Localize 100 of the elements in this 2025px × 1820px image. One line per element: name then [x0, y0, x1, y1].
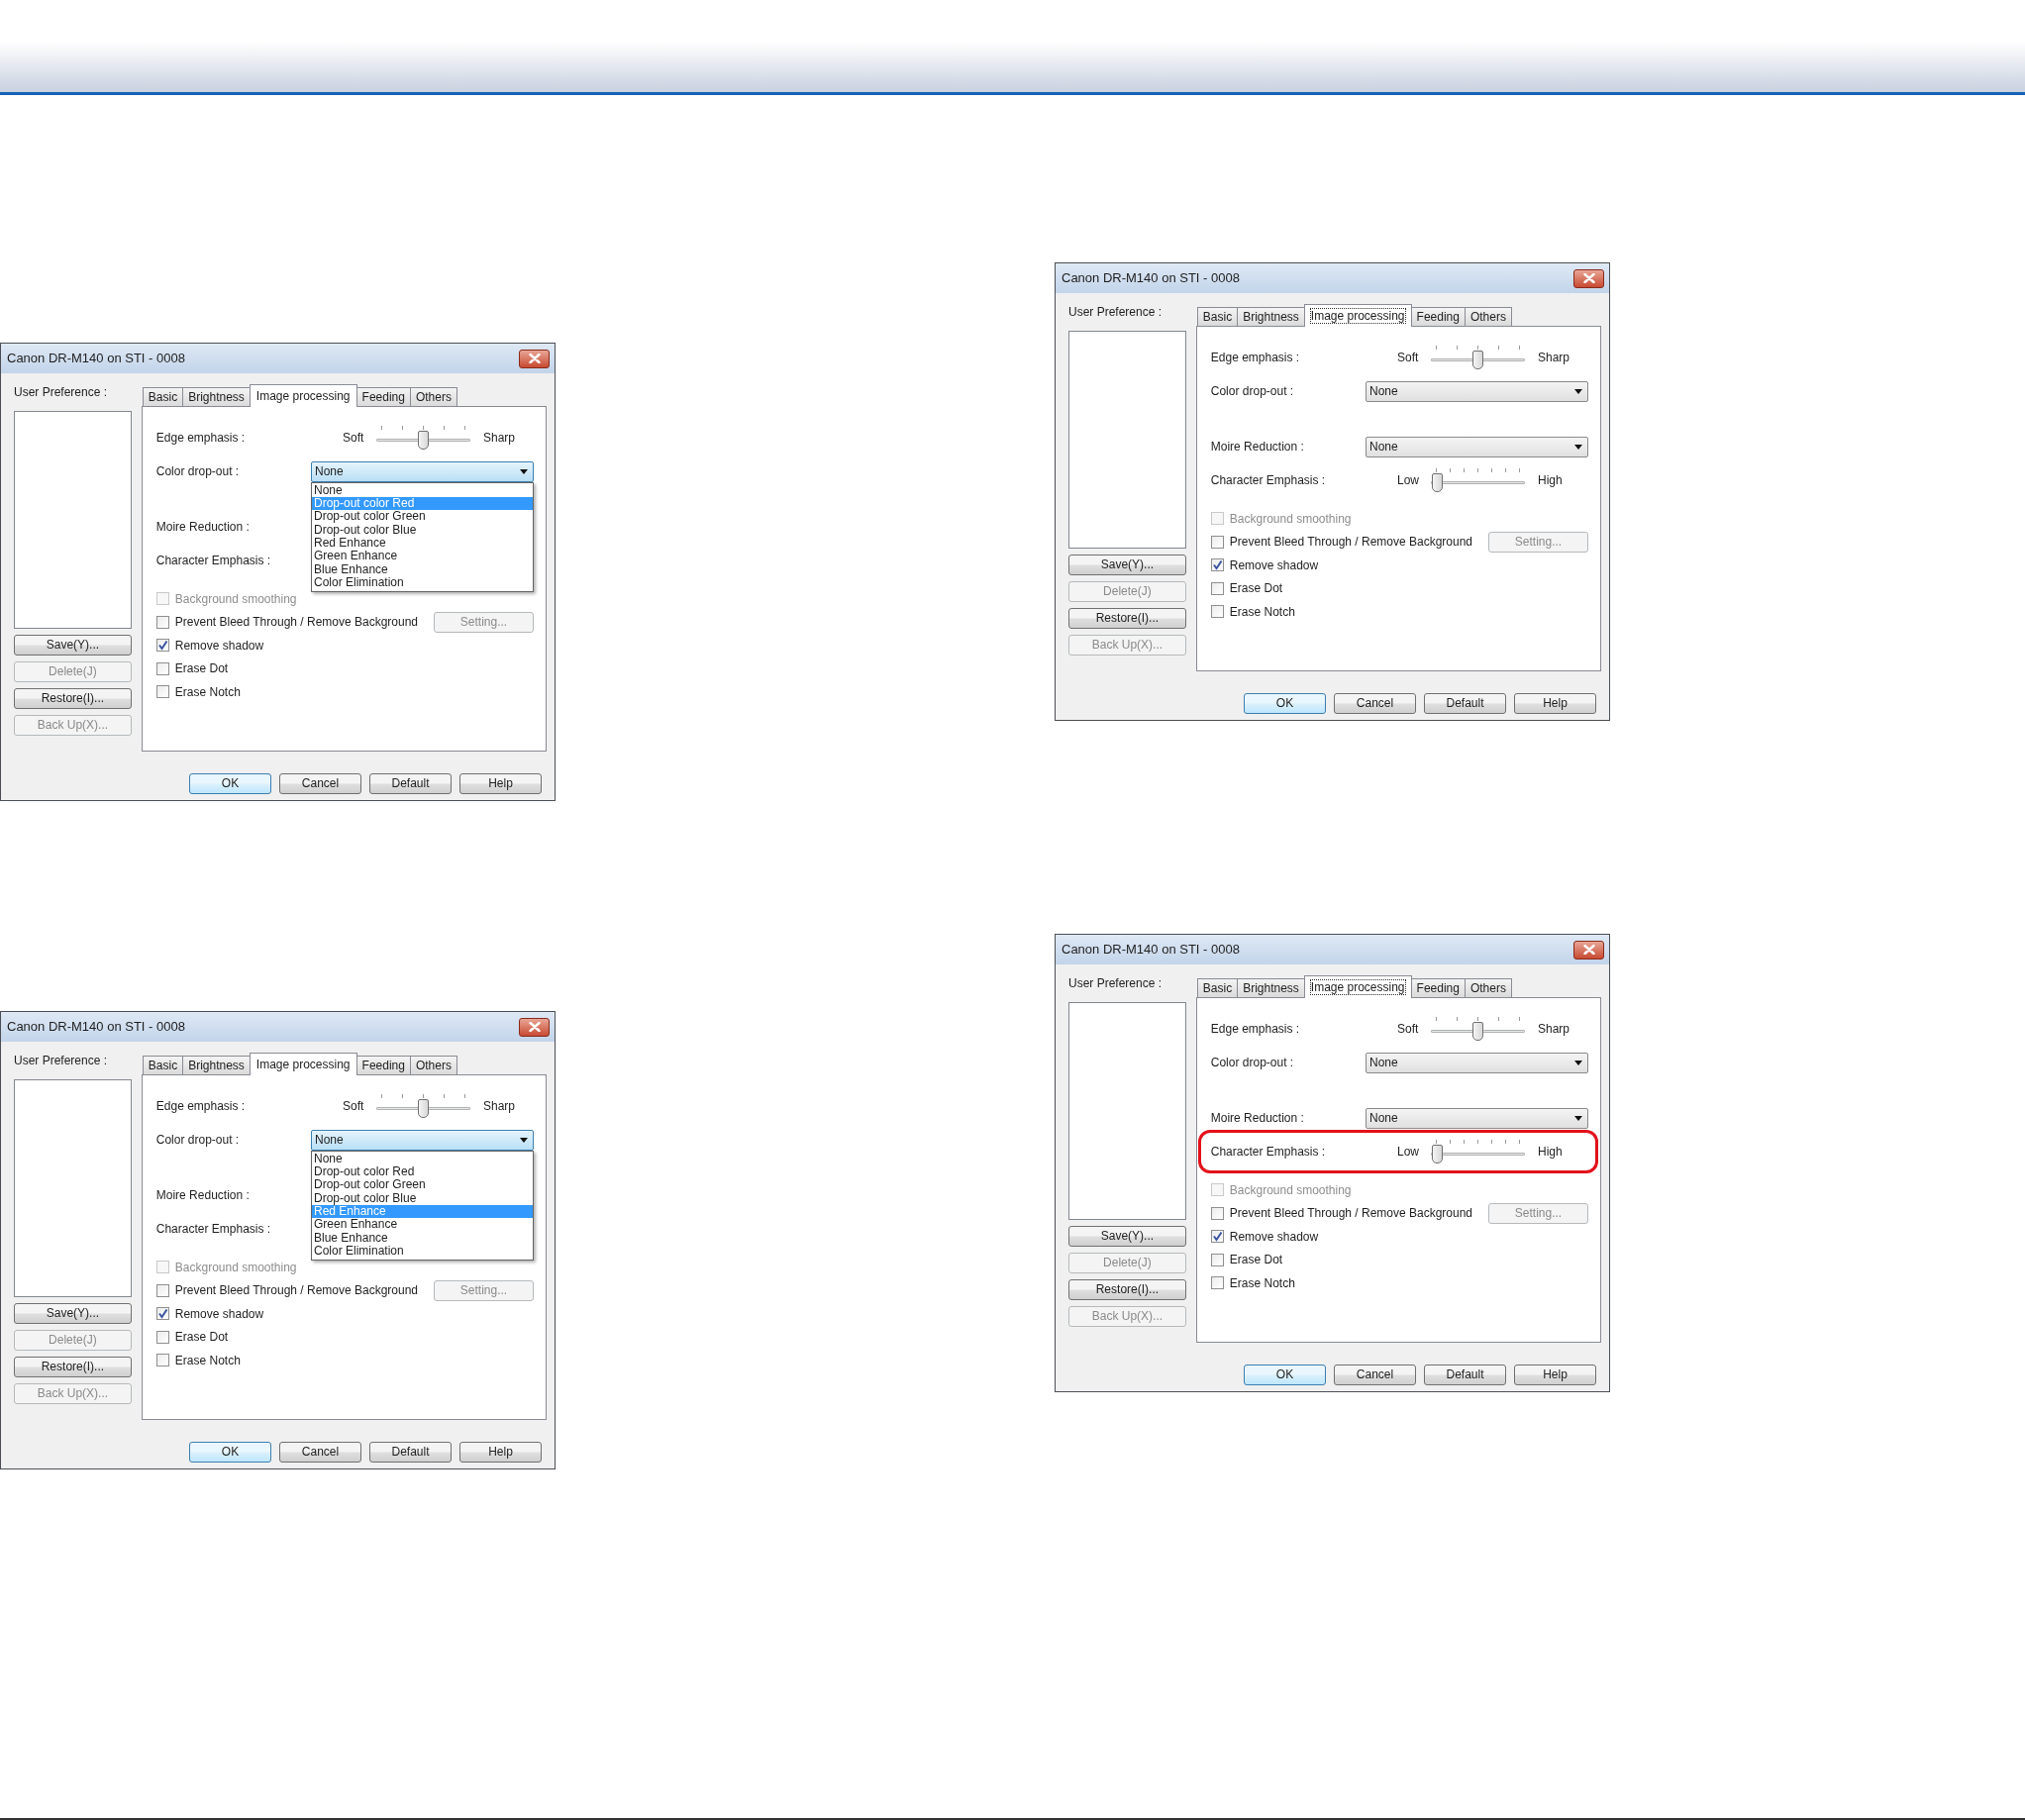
preference-list[interactable] — [14, 1079, 132, 1297]
slider-thumb[interactable] — [418, 1099, 429, 1118]
dialog-button[interactable]: OK — [1244, 1365, 1326, 1385]
tab[interactable]: Basic — [1196, 978, 1239, 997]
preference-button[interactable]: Save(Y)... — [14, 1303, 132, 1324]
dropdown-option[interactable]: Red Enhance — [312, 537, 533, 551]
preference-button[interactable]: Save(Y)... — [1068, 1226, 1186, 1247]
tab[interactable]: Others — [409, 1056, 457, 1074]
tab[interactable]: Brightness — [182, 387, 251, 406]
slider-thumb[interactable] — [1432, 473, 1443, 492]
tab[interactable]: Image processing — [249, 1053, 357, 1075]
tab[interactable]: Brightness — [1237, 307, 1305, 326]
checkbox[interactable] — [155, 1283, 169, 1297]
tab[interactable]: Others — [1464, 307, 1512, 326]
dropdown-option[interactable]: None — [312, 1152, 533, 1165]
checkbox[interactable] — [155, 639, 169, 653]
dialog-button[interactable]: Help — [1514, 1365, 1596, 1385]
checkbox[interactable] — [155, 685, 169, 699]
dropdown-option[interactable]: Color Elimination — [312, 1245, 533, 1259]
preference-list[interactable] — [14, 411, 132, 629]
checkbox[interactable] — [1210, 1206, 1224, 1220]
dropdown-option[interactable]: Drop-out color Green — [312, 1178, 533, 1192]
dropdown-option[interactable]: Drop-out color Green — [312, 510, 533, 524]
tab[interactable]: Feeding — [355, 387, 411, 406]
tab[interactable]: Brightness — [1237, 978, 1305, 997]
tab[interactable]: Feeding — [1410, 307, 1466, 326]
tab[interactable]: Basic — [142, 1056, 184, 1074]
dropdown-option[interactable]: Drop-out color Blue — [312, 523, 533, 538]
dialog-button[interactable]: Default — [1424, 1365, 1506, 1385]
checkbox[interactable] — [1210, 581, 1224, 595]
close-button[interactable] — [519, 1017, 550, 1037]
dropdown-option[interactable]: Color Elimination — [312, 576, 533, 590]
dialog-button[interactable]: Cancel — [1334, 693, 1416, 714]
tab[interactable]: Others — [1464, 978, 1512, 997]
dropdown-option[interactable]: Drop-out color Red — [312, 1164, 533, 1179]
caret-icon — [520, 1137, 528, 1143]
tab[interactable]: Basic — [142, 387, 184, 406]
preference-button[interactable]: Restore(I)... — [1068, 1279, 1186, 1300]
dialog-button[interactable]: OK — [189, 1442, 271, 1463]
tab[interactable]: Feeding — [1410, 978, 1466, 997]
tab[interactable]: Others — [409, 387, 457, 406]
dialog-button[interactable]: Cancel — [279, 773, 361, 794]
tab[interactable]: Brightness — [182, 1056, 251, 1074]
checkbox-label: Prevent Bleed Through / Remove Background — [174, 614, 419, 632]
window-title: Canon DR-M140 on STI - 0008 — [1062, 269, 1240, 288]
dialog-button[interactable]: Cancel — [1334, 1365, 1416, 1385]
dialog-button[interactable]: Help — [1514, 693, 1596, 714]
dialog-button[interactable]: Default — [369, 773, 452, 794]
preference-button[interactable]: Restore(I)... — [1068, 608, 1186, 629]
preference-list[interactable] — [1068, 331, 1186, 549]
dropdown-option[interactable]: Blue Enhance — [312, 562, 533, 577]
dropdown[interactable]: None — [311, 1129, 534, 1151]
dropdown-option[interactable]: Green Enhance — [312, 550, 533, 563]
preference-button[interactable]: Save(Y)... — [14, 635, 132, 656]
caret-icon — [1574, 444, 1582, 450]
close-button[interactable] — [1573, 268, 1604, 288]
tab[interactable]: Basic — [1196, 307, 1239, 326]
checkbox[interactable] — [155, 1330, 169, 1344]
preference-button[interactable]: Restore(I)... — [14, 688, 132, 709]
checkbox[interactable] — [1210, 1276, 1224, 1290]
dialog-button[interactable]: Default — [369, 1442, 452, 1463]
checkbox[interactable] — [155, 615, 169, 629]
checkbox[interactable] — [155, 1307, 169, 1321]
dropdown-option[interactable]: Drop-out color Blue — [312, 1191, 533, 1206]
checkbox[interactable] — [155, 1354, 169, 1367]
dropdown[interactable]: None — [1366, 1052, 1588, 1073]
field-label: User Preference : — [1068, 305, 1164, 319]
dropdown[interactable]: None — [311, 460, 534, 482]
slider-thumb[interactable] — [418, 431, 429, 450]
dialog-button[interactable]: OK — [1244, 693, 1326, 714]
dropdown[interactable]: None — [1366, 1107, 1588, 1129]
checkbox[interactable] — [155, 661, 169, 675]
preference-list[interactable] — [1068, 1002, 1186, 1220]
dropdown-option[interactable]: None — [312, 483, 533, 497]
slider-thumb[interactable] — [1472, 1022, 1483, 1041]
dialog-button[interactable]: Help — [459, 773, 542, 794]
tab[interactable]: Image processing — [249, 384, 357, 407]
dialog-button[interactable]: Default — [1424, 693, 1506, 714]
dropdown[interactable]: None — [1366, 436, 1588, 457]
slider-label: High — [1538, 1144, 1563, 1161]
close-button[interactable] — [519, 349, 550, 368]
tab[interactable]: Image processing — [1303, 304, 1412, 327]
checkbox[interactable] — [1210, 535, 1224, 549]
slider-thumb[interactable] — [1472, 351, 1483, 369]
tab[interactable]: Image processing — [1303, 975, 1412, 998]
checkbox[interactable] — [1210, 1230, 1224, 1244]
tab[interactable]: Feeding — [355, 1056, 411, 1074]
dialog-button[interactable]: Cancel — [279, 1442, 361, 1463]
preference-button[interactable]: Restore(I)... — [14, 1357, 132, 1377]
dropdown-option[interactable]: Blue Enhance — [312, 1231, 533, 1246]
dialog-button[interactable]: Help — [459, 1442, 542, 1463]
checkbox[interactable] — [1210, 1253, 1224, 1266]
dialog-button[interactable]: OK — [189, 773, 271, 794]
checkbox[interactable] — [1210, 605, 1224, 619]
close-button[interactable] — [1573, 940, 1604, 960]
dropdown-option[interactable]: Green Enhance — [312, 1218, 533, 1232]
preference-button[interactable]: Save(Y)... — [1068, 555, 1186, 575]
checkbox[interactable] — [1210, 558, 1224, 572]
slider-thumb[interactable] — [1432, 1145, 1443, 1163]
dropdown[interactable]: None — [1366, 380, 1588, 402]
